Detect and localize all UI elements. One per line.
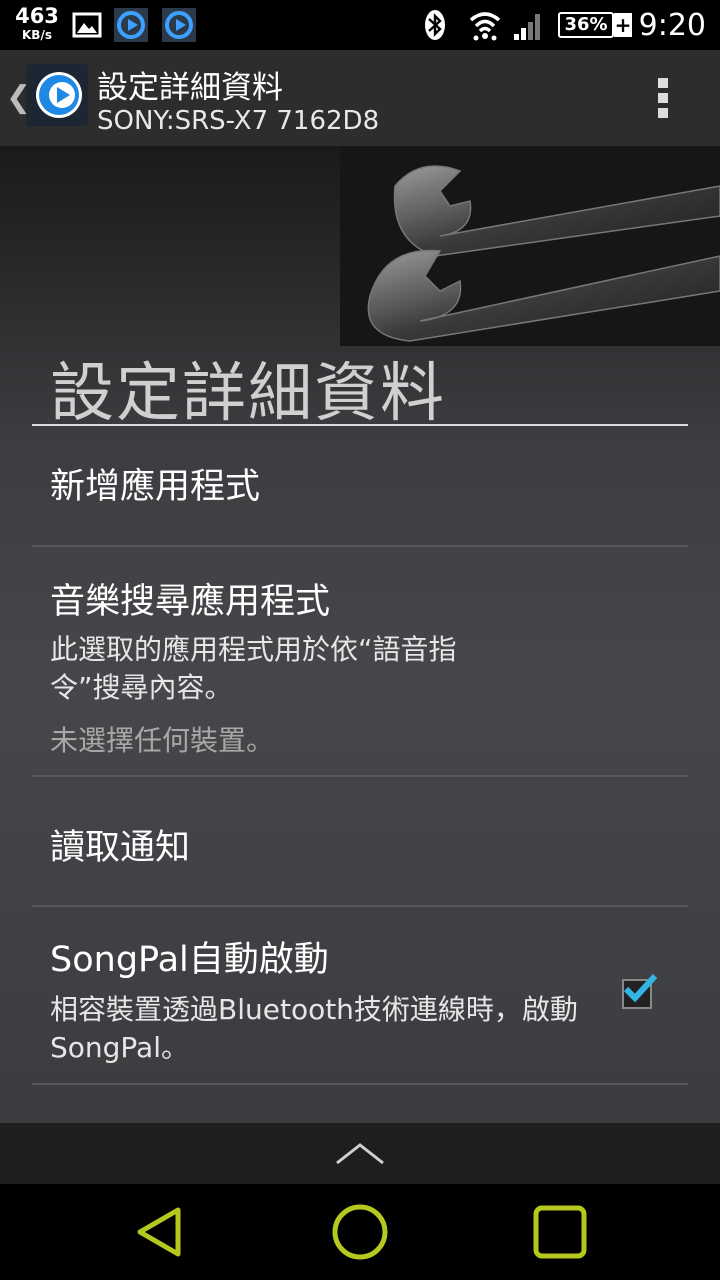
app-icon[interactable]	[26, 64, 88, 126]
pref-music-search-app[interactable]: 音樂搜尋應用程式 此選取的應用程式用於依“語音指令”搜尋內容。 未選擇任何裝置。	[0, 547, 720, 775]
signal-icon	[514, 14, 540, 40]
battery-level: 36%	[564, 14, 608, 35]
back-icon[interactable]	[130, 1202, 190, 1262]
network-speed-unit: KB/s	[22, 28, 52, 42]
pref-status: 未選擇任何裝置。	[50, 724, 275, 757]
pref-read-notifications[interactable]: 讀取通知	[0, 777, 720, 905]
network-speed: 463 KB/s	[14, 4, 60, 42]
settings-content[interactable]: 設定詳細資料 新增應用程式 音樂搜尋應用程式 此選取的應用程式用於依“語音指令”…	[0, 146, 720, 1123]
pref-add-application[interactable]: 新增應用程式	[0, 426, 720, 546]
chevron-up-icon[interactable]	[335, 1141, 385, 1167]
network-speed-value: 463	[15, 4, 59, 28]
action-bar-subtitle: SONY:SRS-X7 7162D8	[97, 106, 380, 136]
image-icon	[72, 12, 102, 38]
songpal-icon	[114, 8, 148, 42]
pref-summary: 此選取的應用程式用於依“語音指令”搜尋內容。	[50, 633, 457, 704]
status-bar: 463 KB/s 36% + 9:20	[0, 0, 720, 50]
action-bar: ❮ 設定詳細資料 SONY:SRS-X7 7162D8	[0, 50, 720, 146]
pref-title: 新增應用程式	[50, 467, 261, 507]
songpal-auto-start-checkbox[interactable]	[622, 973, 658, 1009]
battery-icon: 36%	[558, 12, 614, 38]
page-header: 設定詳細資料	[50, 357, 446, 431]
home-icon[interactable]	[330, 1202, 390, 1262]
pref-summary: 相容裝置透過Bluetooth技術連線時，啟動SongPal。	[50, 993, 578, 1064]
overflow-menu-icon[interactable]	[652, 78, 674, 122]
pref-title: 音樂搜尋應用程式	[50, 582, 331, 622]
pref-title: SongPal自動啟動	[50, 940, 329, 980]
clock: 9:20	[638, 8, 706, 43]
check-icon	[623, 973, 658, 1003]
recents-icon[interactable]	[530, 1202, 590, 1262]
songpal-icon	[162, 8, 196, 42]
wrench-illustration	[340, 146, 720, 346]
pref-title: 讀取通知	[50, 828, 191, 868]
action-bar-title: 設定詳細資料	[97, 70, 283, 106]
pref-songpal-auto-start[interactable]: SongPal自動啟動 相容裝置透過Bluetooth技術連線時，啟動SongP…	[0, 907, 720, 1085]
charging-indicator: +	[614, 13, 632, 37]
bluetooth-icon	[425, 10, 445, 40]
navigation-bar	[0, 1184, 720, 1280]
bottom-handle-bar[interactable]	[0, 1123, 720, 1184]
divider	[32, 1083, 688, 1085]
wifi-icon	[469, 12, 501, 41]
